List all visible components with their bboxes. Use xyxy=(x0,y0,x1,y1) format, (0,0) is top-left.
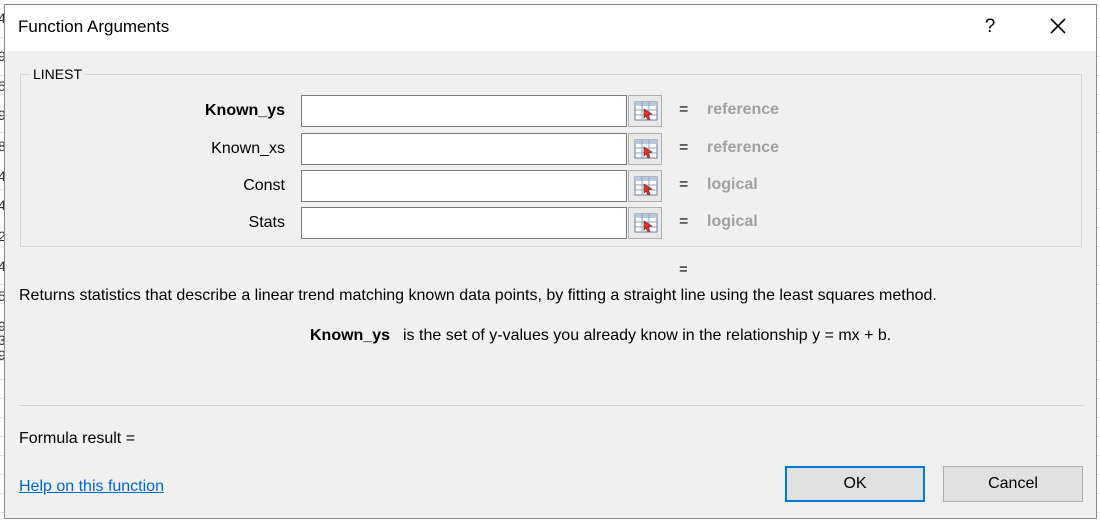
cancel-button[interactable]: Cancel xyxy=(943,466,1083,502)
divider xyxy=(19,405,1084,406)
collapse-dialog-button[interactable] xyxy=(628,207,662,239)
title-bar: Function Arguments ? xyxy=(5,5,1096,51)
collapse-dialog-button[interactable] xyxy=(628,95,662,127)
equals-sign: = xyxy=(679,139,689,156)
function-description: Returns statistics that describe a linea… xyxy=(19,287,937,304)
equals-sign: = xyxy=(679,176,689,193)
range-select-icon xyxy=(634,101,658,121)
argument-type-hint: logical xyxy=(707,213,758,230)
known-ys-input[interactable] xyxy=(301,95,627,127)
help-on-function-link[interactable]: Help on this function xyxy=(19,478,164,496)
argument-type-hint: logical xyxy=(707,176,758,193)
collapse-dialog-button[interactable] xyxy=(628,170,662,202)
function-name-label: LINEST xyxy=(30,66,86,82)
range-select-icon xyxy=(634,176,658,196)
argument-label: Known_ys xyxy=(204,102,285,119)
equals-sign: = xyxy=(679,213,689,230)
argument-detail-text: is the set of y-values you already know … xyxy=(403,327,892,344)
argument-row-known-ys: Known_ys = reference xyxy=(5,95,1098,127)
range-select-icon xyxy=(634,213,658,233)
known-xs-input[interactable] xyxy=(301,133,627,165)
help-icon[interactable]: ? xyxy=(980,16,1000,38)
argument-type-hint: reference xyxy=(707,139,780,156)
range-select-icon xyxy=(634,139,658,159)
function-arguments-dialog: Function Arguments ? LINEST Known_ys = r… xyxy=(4,4,1097,519)
argument-row-known-xs: Known_xs = reference xyxy=(5,133,1098,165)
argument-label: Const xyxy=(243,177,285,194)
argument-row-stats: Stats = logical xyxy=(5,207,1098,239)
stats-input[interactable] xyxy=(301,207,627,239)
argument-type-hint: reference xyxy=(707,101,780,118)
formula-result-label: Formula result = xyxy=(19,430,136,447)
equals-sign: = xyxy=(679,101,689,118)
const-input[interactable] xyxy=(301,170,627,202)
argument-label: Known_xs xyxy=(211,140,285,157)
argument-label: Stats xyxy=(248,214,285,231)
function-result-equals: = xyxy=(679,261,688,278)
close-icon[interactable] xyxy=(1046,14,1070,38)
dialog-title: Function Arguments xyxy=(18,17,170,36)
argument-row-const: Const = logical xyxy=(5,170,1098,202)
argument-detail-name: Known_ys xyxy=(310,327,391,344)
collapse-dialog-button[interactable] xyxy=(628,133,662,165)
ok-button[interactable]: OK xyxy=(785,466,925,502)
